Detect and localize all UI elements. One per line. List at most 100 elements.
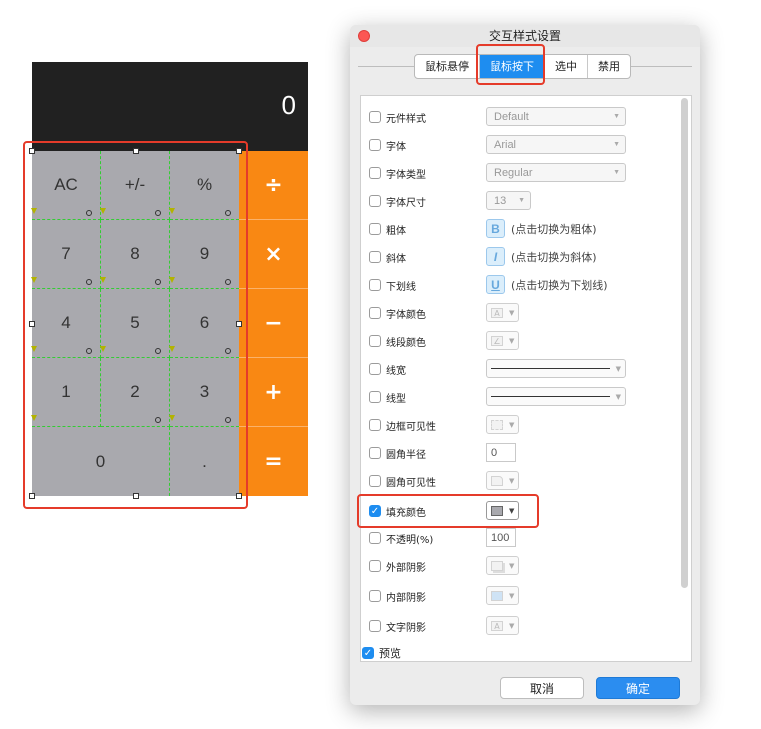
key-minus[interactable]: − — [239, 289, 308, 358]
row-component-style: 元件样式 — [369, 107, 426, 127]
key-divide[interactable]: ÷ — [239, 151, 308, 220]
row-label: 内部阴影 — [386, 592, 426, 604]
checkbox[interactable] — [369, 279, 381, 291]
row-border-visibility: 边框可见性 — [369, 415, 436, 435]
row-bold: 粗体 — [369, 219, 406, 239]
row-corner-radius: 圆角半径 — [369, 443, 426, 463]
row-italic: 斜体 — [369, 247, 406, 267]
border-icon — [491, 419, 503, 430]
row-label: 文字阴影 — [386, 622, 426, 634]
row-underline: 下划线 — [369, 275, 416, 295]
tab-disabled[interactable]: 禁用 — [588, 55, 630, 78]
chevron-down-icon: ▼ — [509, 476, 515, 485]
bold-toggle[interactable]: B (点击切换为粗体) — [486, 219, 597, 238]
underline-toggle[interactable]: U (点击切换为下划线) — [486, 275, 608, 294]
font-color-picker[interactable]: A ▼ — [486, 303, 520, 322]
row-font-type: 字体类型 — [369, 163, 426, 183]
outer-shadow-icon — [491, 560, 503, 571]
key-plus[interactable]: + — [239, 358, 308, 427]
checkbox[interactable] — [369, 307, 381, 319]
row-corner-visibility: 圆角可见性 — [369, 471, 436, 491]
bold-icon[interactable]: B — [486, 219, 505, 238]
preview-checkbox[interactable]: ✓ — [362, 647, 374, 659]
checkbox[interactable] — [369, 251, 381, 263]
chevron-down-icon: ▼ — [613, 113, 620, 120]
row-text-shadow: 文字阴影 — [369, 616, 426, 636]
underline-icon[interactable]: U — [486, 275, 505, 294]
checkbox[interactable] — [369, 363, 381, 375]
cancel-button[interactable]: 取消 — [500, 677, 584, 699]
row-label: 外部阴影 — [386, 562, 426, 574]
chevron-down-icon: ▼ — [509, 420, 515, 429]
row-label: 边框可见性 — [386, 421, 436, 433]
corner-icon — [491, 475, 503, 486]
checkbox[interactable] — [369, 195, 381, 207]
tab-hover[interactable]: 鼠标悬停 — [415, 55, 480, 78]
outer-shadow-picker[interactable]: ▼ — [486, 556, 520, 575]
display-value: 0 — [281, 90, 296, 120]
checkbox[interactable] — [369, 475, 381, 487]
line-type-select[interactable]: ▼ — [486, 387, 626, 406]
opacity-input[interactable]: 100 — [486, 528, 516, 547]
highlight-fill-color — [357, 494, 539, 528]
row-label: 字体 — [386, 141, 406, 153]
font-type-select[interactable]: Regular ▼ — [486, 163, 626, 182]
component-style-select[interactable]: Default ▼ — [486, 107, 626, 126]
border-visibility-picker[interactable]: ▼ — [486, 415, 520, 434]
ok-button[interactable]: 确定 — [596, 677, 680, 699]
line-width-select[interactable]: ▼ — [486, 359, 626, 378]
row-label: 斜体 — [386, 253, 406, 265]
corner-visibility-picker[interactable]: ▼ — [486, 471, 520, 490]
checkbox[interactable] — [369, 590, 381, 602]
checkbox[interactable] — [369, 139, 381, 151]
chevron-down-icon: ▼ — [509, 621, 515, 630]
font-select[interactable]: Arial ▼ — [486, 135, 626, 154]
italic-icon[interactable]: I — [486, 247, 505, 266]
checkbox[interactable] — [369, 447, 381, 459]
checkbox[interactable] — [369, 532, 381, 544]
key-equals[interactable]: = — [239, 427, 308, 496]
corner-radius-input[interactable]: 0 — [486, 443, 516, 462]
inner-shadow-picker[interactable]: ▼ — [486, 586, 520, 605]
text-shadow-picker[interactable]: A ▼ — [486, 616, 520, 635]
row-label: 字体颜色 — [386, 309, 426, 321]
row-line-color: 线段颜色 — [369, 331, 426, 351]
checkbox[interactable] — [369, 111, 381, 123]
checkbox[interactable] — [369, 223, 381, 235]
interaction-style-dialog: 交互样式设置 鼠标悬停 鼠标按下 选中 禁用 元件样式 Default ▼ 字体 … — [350, 25, 700, 705]
chevron-down-icon: ▼ — [518, 197, 525, 204]
italic-toggle[interactable]: I (点击切换为斜体) — [486, 247, 597, 266]
row-label: 元件样式 — [386, 113, 426, 125]
toggle-hint: (点击切换为斜体) — [511, 250, 597, 264]
chevron-down-icon: ▼ — [509, 336, 515, 345]
checkbox[interactable] — [369, 391, 381, 403]
scrollbar[interactable] — [681, 98, 688, 588]
checkbox[interactable] — [369, 167, 381, 179]
key-multiply[interactable]: × — [239, 220, 308, 289]
close-icon[interactable] — [358, 30, 370, 42]
line-color-picker[interactable]: ∠ ▼ — [486, 331, 520, 350]
checkbox[interactable] — [369, 620, 381, 632]
preview-option: ✓ 预览 — [362, 645, 401, 661]
checkbox[interactable] — [369, 560, 381, 572]
row-label: 线段颜色 — [386, 337, 426, 349]
highlight-keypad — [23, 141, 248, 509]
select-value: Regular — [494, 166, 533, 179]
chevron-down-icon: ▼ — [613, 141, 620, 148]
checkbox[interactable] — [369, 335, 381, 347]
row-label: 字体尺寸 — [386, 197, 426, 209]
row-label: 字体类型 — [386, 169, 426, 181]
select-value: 13 — [494, 194, 507, 207]
chevron-down-icon: ▼ — [615, 392, 621, 401]
font-color-icon: A — [491, 307, 503, 318]
select-value: Default — [494, 110, 529, 123]
row-label: 粗体 — [386, 225, 406, 237]
tab-selected[interactable]: 选中 — [545, 55, 588, 78]
checkbox[interactable] — [369, 419, 381, 431]
row-label: 不透明(%) — [386, 534, 434, 546]
row-line-type: 线型 — [369, 387, 406, 407]
operator-column: ÷ × − + = — [239, 151, 308, 496]
select-value: Arial — [494, 138, 517, 151]
chevron-down-icon: ▼ — [615, 364, 621, 373]
font-size-select[interactable]: 13 ▼ — [486, 191, 531, 210]
